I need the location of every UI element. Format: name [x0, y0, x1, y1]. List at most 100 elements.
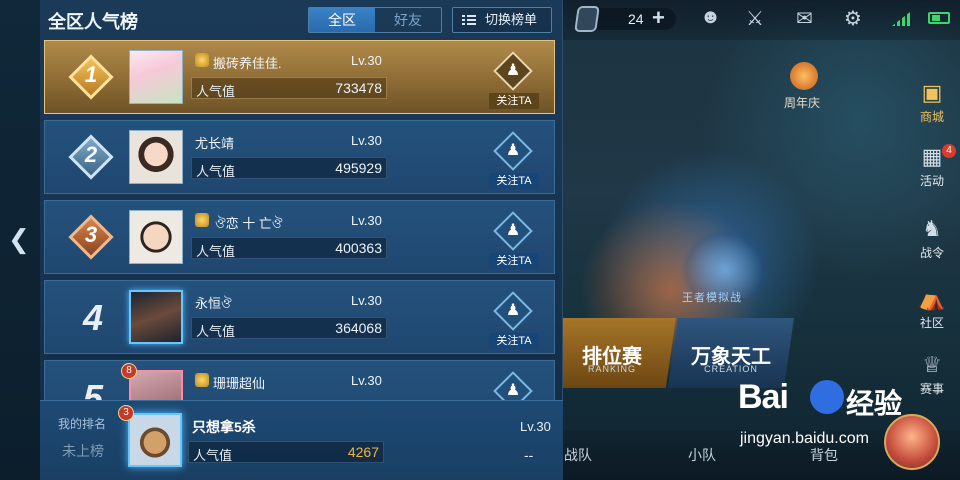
hero-avatar[interactable] [884, 414, 940, 470]
add-user-icon: ♟ [505, 142, 521, 159]
battery-icon [928, 12, 950, 24]
rank-number: 3 [84, 222, 98, 247]
player-name: 尤长靖 [195, 136, 235, 151]
community-icon: ⛺ [918, 286, 946, 311]
table-row[interactable]: 2 尤长靖 Lv.30 人气值 495929 ♟ 关注TA [44, 120, 555, 194]
follow-label: 关注TA [489, 173, 539, 189]
follow-button[interactable]: ♟ 关注TA [489, 51, 539, 113]
player-name: 只想拿5杀 [192, 419, 256, 435]
avatar[interactable] [129, 50, 183, 104]
back-arrow-icon[interactable]: ❮ [8, 224, 30, 255]
popularity-box: 人气值 495929 [191, 157, 387, 179]
player-name: 搬砖养佳佳. [213, 56, 282, 71]
anniversary-label: 周年庆 [784, 96, 821, 110]
rank-number: 2 [84, 142, 98, 167]
paw-icon [810, 380, 844, 414]
follow-button[interactable]: ♟ 关注TA [489, 211, 539, 273]
popularity-label: 人气值 [196, 244, 236, 259]
follow-label: 关注TA [489, 253, 539, 269]
avatar[interactable] [129, 130, 183, 184]
table-row[interactable]: 1 搬砖养佳佳. Lv.30 人气值 733478 ♟ 关注TA [44, 40, 555, 114]
arena-icon[interactable]: ⚔ [746, 6, 764, 31]
horse-icon: ♞ [922, 216, 942, 241]
rank-number: 1 [84, 62, 98, 87]
player-level: Lv.30 [351, 213, 382, 228]
vip-icon [195, 373, 209, 387]
table-row[interactable]: 4 永恒ঔ Lv.30 人气值 364068 ♟ 关注TA [44, 280, 555, 354]
friends-icon[interactable]: ☻ [700, 6, 721, 29]
add-user-icon: ♟ [505, 382, 521, 399]
follow-button[interactable]: ♟ [489, 371, 539, 400]
avatar[interactable] [129, 290, 183, 344]
popularity-label: 人气值 [196, 84, 236, 99]
tab-all-server[interactable]: 全区 [309, 8, 375, 32]
add-user-icon: ♟ [505, 302, 521, 319]
gear-icon[interactable]: ⚙ [844, 6, 862, 31]
follow-button[interactable]: ♟ 关注TA [489, 291, 539, 353]
resource-count: 24 [628, 11, 644, 27]
popularity-box: 人气值 364068 [191, 317, 387, 339]
events-badge: 4 [942, 144, 956, 158]
popularity-label: 人气值 [193, 448, 233, 463]
ranking-sub: RANKING [587, 364, 636, 374]
side-item-label: 活动 [919, 174, 944, 188]
rank-placeholder: -- [524, 447, 534, 463]
bottom-item-team[interactable]: 战队 [564, 445, 592, 465]
table-row[interactable]: 3 ঔ恋 十 亡ঔ Lv.30 人气值 400363 ♟ 关注TA [44, 200, 555, 274]
anniversary-icon[interactable] [790, 62, 818, 90]
watermark-brand: Bai [738, 378, 789, 416]
follow-label: 关注TA [489, 333, 539, 349]
side-item-battlepass[interactable]: ♞ 战令 [910, 216, 954, 261]
player-level: Lv.30 [351, 293, 382, 308]
vip-icon [195, 213, 209, 227]
add-user-icon: ♟ [505, 222, 521, 239]
avatar[interactable] [129, 370, 183, 400]
player-level: Lv.30 [351, 133, 382, 148]
ranking-mode-button[interactable]: 排位赛 RANKING [548, 318, 676, 388]
side-item-shop[interactable]: ▣ 商城 [910, 80, 954, 125]
simulator-mode-label: 王者模拟战 [682, 292, 742, 304]
watermark-brand-suffix: 经验 [846, 388, 903, 419]
avatar[interactable] [129, 210, 183, 264]
rank-badge: 2 [67, 133, 115, 181]
list-icon [462, 15, 476, 25]
player-level: Lv.30 [351, 373, 382, 388]
rank-number: 5 [82, 377, 104, 400]
side-item-events[interactable]: ▦ 4 活动 [910, 144, 956, 189]
scope-tabs: 全区 好友 [308, 7, 442, 33]
popularity-label: 人气值 [196, 164, 236, 179]
player-name: 珊珊超仙 [213, 376, 266, 391]
rank-badge: 3 [67, 213, 115, 261]
ranking-list[interactable]: 1 搬砖养佳佳. Lv.30 人气值 733478 ♟ 关注TA 2 尤长靖 L… [40, 40, 563, 400]
popularity-box: 人气值 400363 [191, 237, 387, 259]
player-name: ঔ恋 十 亡ঔ [215, 216, 283, 231]
popularity-value: 733478 [335, 80, 382, 96]
add-resource-icon[interactable]: + [652, 5, 665, 31]
panel-title: 全区人气榜 [48, 12, 138, 32]
avatar[interactable] [128, 413, 182, 467]
trophy-icon: ♕ [922, 352, 942, 377]
voucher-icon [574, 6, 600, 32]
mail-icon[interactable]: ✉ [796, 6, 813, 31]
simulator-mode-logo[interactable] [680, 228, 770, 298]
popularity-value: 364068 [335, 320, 382, 336]
switch-list-label: 切换榜单 [485, 12, 538, 27]
player-name: 永恒ঔ [195, 296, 232, 311]
creation-sub: CREATION [704, 364, 758, 374]
side-item-community[interactable]: ⛺ 社区 [910, 286, 954, 331]
popularity-value: 400363 [335, 240, 382, 256]
player-level: Lv.30 [520, 419, 551, 434]
rank-number: 4 [82, 297, 104, 338]
bottom-item-squad[interactable]: 小队 [688, 445, 716, 465]
switch-list-button[interactable]: 切换榜单 [452, 7, 552, 33]
popularity-value: 4267 [347, 444, 379, 460]
side-item-label: 商城 [919, 110, 944, 124]
follow-label: 关注TA [489, 93, 539, 109]
popularity-value: 495929 [335, 160, 382, 176]
tab-friends[interactable]: 好友 [375, 8, 441, 32]
follow-button[interactable]: ♟ 关注TA [489, 131, 539, 193]
vip-icon [195, 53, 209, 67]
my-rank-status: 未上榜 [62, 443, 104, 459]
table-row[interactable]: 5 8 珊珊超仙 Lv.30 ♟ [44, 360, 555, 400]
side-item-label: 社区 [919, 316, 944, 330]
